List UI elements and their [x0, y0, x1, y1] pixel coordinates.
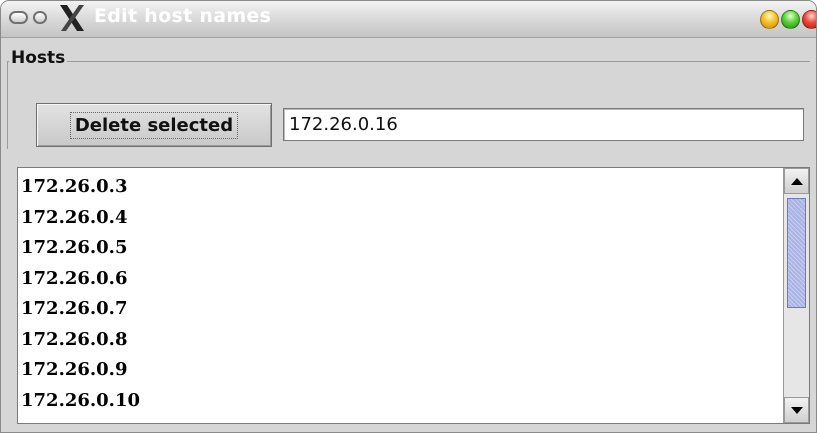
host-list-item[interactable]: 172.26.0.9 [18, 355, 782, 386]
edit-host-names-window: Edit host names Hosts Delete selected 17… [0, 0, 817, 433]
close-button[interactable] [802, 10, 816, 29]
x-logo-icon [60, 5, 84, 31]
delete-selected-button[interactable]: Delete selected [36, 103, 272, 147]
host-list-item[interactable]: 172.26.0.8 [18, 325, 782, 356]
maximize-button[interactable] [781, 10, 800, 29]
hosts-list-items: 172.26.0.3 172.26.0.4 172.26.0.5 172.26.0.6… [18, 168, 782, 416]
group-border-top [7, 61, 810, 62]
host-list-item[interactable]: 172.26.0.5 [18, 233, 782, 264]
delete-selected-label: Delete selected [69, 111, 239, 139]
host-list-item[interactable]: 172.26.0.4 [18, 203, 782, 234]
window-menu-icon[interactable] [33, 11, 47, 24]
scroll-down-button[interactable] [784, 397, 809, 423]
window-shade-icon[interactable] [9, 11, 28, 24]
vertical-scrollbar[interactable] [783, 168, 809, 423]
host-list-item[interactable]: 172.26.0.10 [18, 386, 782, 417]
host-name-input[interactable] [283, 108, 804, 141]
minimize-button[interactable] [760, 10, 779, 29]
host-list-item[interactable]: 172.26.0.3 [18, 172, 782, 203]
host-list-item[interactable]: 172.26.0.6 [18, 264, 782, 295]
arrow-up-icon [790, 177, 803, 185]
group-border-left [7, 61, 8, 149]
title-bar[interactable]: Edit host names [1, 1, 816, 38]
arrow-down-icon [790, 406, 803, 414]
hosts-list[interactable]: 172.26.0.3 172.26.0.4 172.26.0.5 172.26.0.6… [17, 167, 810, 424]
scroll-thumb[interactable] [787, 198, 806, 308]
scroll-up-button[interactable] [784, 168, 809, 194]
hosts-group-label: Hosts [9, 48, 68, 68]
window-title: Edit host names [94, 5, 272, 27]
host-list-item[interactable]: 172.26.0.7 [18, 294, 782, 325]
